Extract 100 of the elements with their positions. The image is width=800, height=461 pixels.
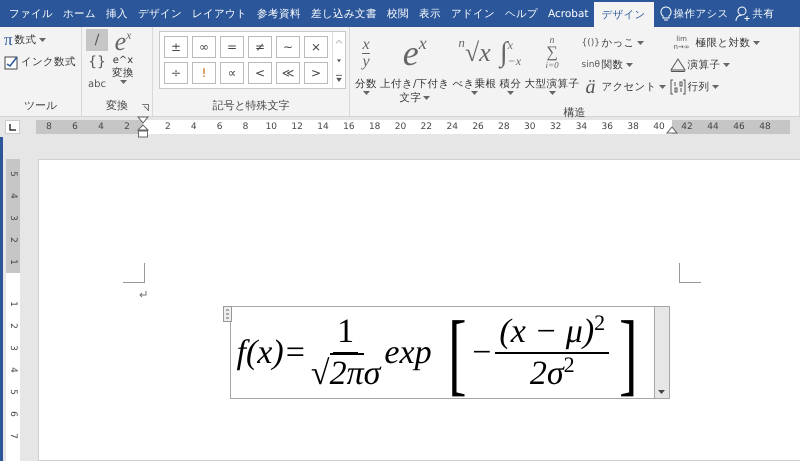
ruler-number: 2 <box>164 121 172 134</box>
menu-tab[interactable]: ファイル <box>4 0 58 27</box>
ruler-number: 3 <box>7 214 19 223</box>
menu-tab[interactable]: Acrobat <box>543 0 594 27</box>
group-label: 記号と特殊文字 <box>212 98 290 114</box>
ruler-number: 48 <box>758 121 772 134</box>
symbol-button[interactable]: ! <box>192 62 216 84</box>
caret-icon <box>626 63 633 67</box>
caret-icon <box>636 41 644 45</box>
share-button[interactable]: 共有 <box>734 0 774 27</box>
matrix-icon <box>670 79 686 95</box>
person-icon <box>734 6 750 22</box>
structure-menu-button[interactable]: sinθ 関数 <box>582 54 666 76</box>
structure-menu-button[interactable]: ä アクセント <box>582 76 666 98</box>
ruler-number: 8 <box>242 121 250 134</box>
ruler-number: 20 <box>394 121 408 134</box>
ruler-number: 8 <box>45 121 53 134</box>
pi-glyph: π <box>4 30 13 50</box>
symbol-button[interactable]: ≪ <box>276 62 300 84</box>
ruler-number: 40 <box>652 121 666 134</box>
ruler-number: 30 <box>523 121 536 134</box>
symbol-button[interactable]: ≠ <box>248 36 272 58</box>
caret-icon <box>712 85 719 89</box>
ruler-number: 36 <box>600 121 614 134</box>
caret-icon <box>548 91 556 95</box>
ruler-number: 5 <box>7 388 19 397</box>
menu-tab[interactable]: 挿入 <box>101 0 133 27</box>
format-option[interactable]: {} <box>86 51 108 73</box>
format-option[interactable]: / <box>86 29 108 51</box>
caret-icon <box>120 80 126 84</box>
ruler-number: 16 <box>342 121 356 134</box>
menu-tab[interactable]: 校閲 <box>382 0 414 27</box>
pen-checkbox-icon <box>4 54 19 70</box>
tab-stop-icon <box>9 124 16 130</box>
ruler-number: 42 <box>680 121 694 134</box>
equation-button[interactable]: π数式 <box>4 29 77 51</box>
symbol-button[interactable]: ± <box>164 36 188 58</box>
ruler-number: 38 <box>626 121 640 134</box>
symbol-button[interactable]: ∝ <box>220 62 244 84</box>
menu-tab[interactable]: アドイン <box>446 0 500 27</box>
ruler-number: 3 <box>7 344 19 353</box>
menu-tab[interactable]: ヘルプ <box>500 0 543 27</box>
menu-tab[interactable]: 差し込み文書 <box>306 0 382 27</box>
symbol-button[interactable]: × <box>304 36 328 58</box>
menu-tab[interactable]: デザイン <box>594 2 654 27</box>
format-option[interactable]: abc <box>86 73 108 95</box>
symbol-button[interactable]: = <box>220 36 244 58</box>
tab-selector[interactable] <box>5 120 20 134</box>
lightbulb-icon <box>660 6 672 22</box>
caret-icon <box>658 390 665 394</box>
ruler-number: 6 <box>216 121 224 134</box>
ruler-number: 46 <box>732 121 746 134</box>
ruler-number: 7 <box>7 432 19 441</box>
tell-me-button[interactable]: 操作アシス <box>660 0 728 27</box>
caret-icon <box>471 91 478 95</box>
group-label: 構造 <box>562 105 586 120</box>
margin-corner-mark <box>679 263 701 283</box>
caret-icon <box>362 91 370 95</box>
structure-menu-button[interactable]: {()}かっこ <box>582 32 666 54</box>
group-label: ツール <box>23 98 58 114</box>
structure-menu-button[interactable]: 行列 <box>670 76 760 98</box>
structure-button[interactable]: n ∑ i=0 大型演算子 <box>524 29 581 105</box>
ruler-number: 2 <box>123 121 131 134</box>
summation-icon: n ∑ i=0 <box>546 29 559 77</box>
ruler-number: 24 <box>445 121 459 134</box>
structure-glyph: sinθ <box>582 60 600 70</box>
ruler-number: 5 <box>7 170 19 179</box>
ruler-number: 4 <box>7 366 19 375</box>
ruler-number: 22 <box>420 121 434 134</box>
caret-icon <box>722 63 730 67</box>
drag-handle-icon[interactable] <box>222 306 232 322</box>
indent-marker-icon[interactable] <box>137 116 149 138</box>
structure-menu-button[interactable]: 演算子 <box>670 54 760 76</box>
ruler-number: 26 <box>471 121 485 134</box>
menu-tab[interactable]: 表示 <box>414 0 446 27</box>
ruler-number: 1 <box>7 258 19 267</box>
symbol-button[interactable]: ÷ <box>164 62 188 84</box>
accent-glyph: ä <box>584 76 597 98</box>
ruler-number: 44 <box>706 121 720 134</box>
menu-tab[interactable]: 参考資料 <box>252 0 306 27</box>
symbol-button[interactable]: ∞ <box>192 36 216 58</box>
symbol-button[interactable]: ~ <box>276 36 300 58</box>
ruler-number: 6 <box>71 121 79 134</box>
ruler-number: 2 <box>7 236 19 245</box>
ink-equation-button[interactable]: インク数式 <box>4 51 77 73</box>
ruler-number: 6 <box>7 410 19 419</box>
dialog-launcher-icon[interactable] <box>142 104 149 111</box>
symbol-button[interactable]: > <box>304 62 328 84</box>
ruler-number: 1 <box>7 300 19 309</box>
menu-tab[interactable]: ホーム <box>58 0 101 27</box>
menu-tab[interactable]: デザイン <box>133 0 187 27</box>
structure-button[interactable]: x y 分数 <box>354 29 378 105</box>
menu-tab[interactable]: レイアウト <box>187 0 252 27</box>
ruler-number: 34 <box>574 121 588 134</box>
indent-marker-icon[interactable] <box>666 126 678 134</box>
ruler-number: 32 <box>548 121 562 134</box>
caret-icon <box>752 41 760 45</box>
ruler-number: 10 <box>264 121 278 134</box>
symbol-button[interactable]: < <box>248 62 272 84</box>
ruler-number: 4 <box>190 121 198 134</box>
